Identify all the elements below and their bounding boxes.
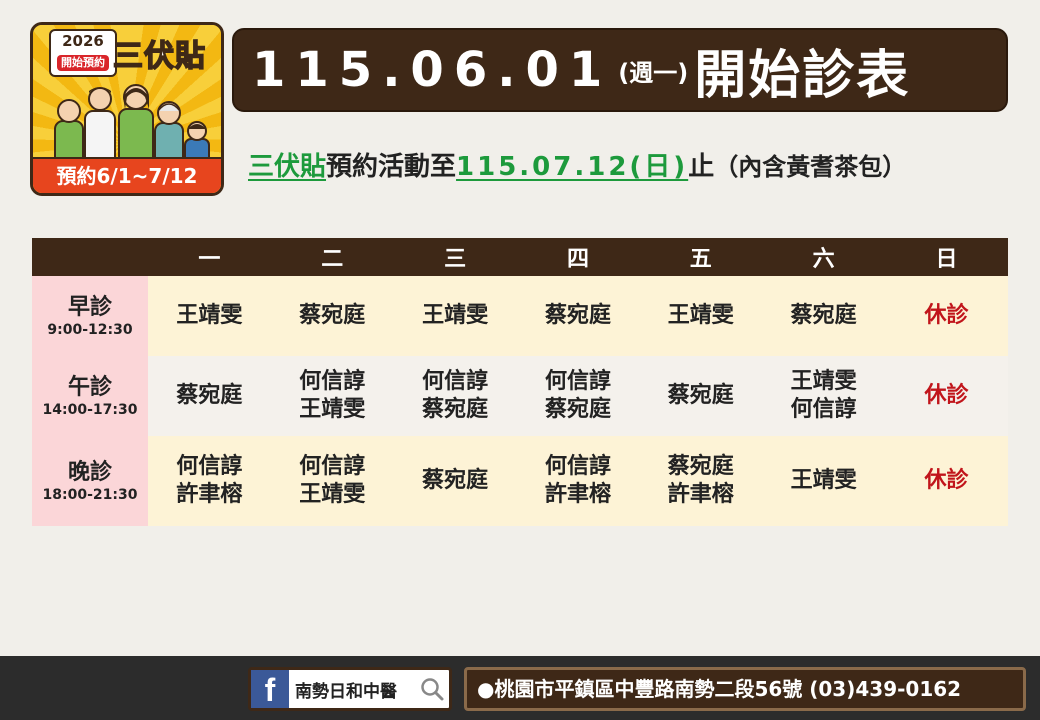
- schedule-cell: 何信諄 蔡宛庭: [516, 356, 640, 436]
- doctor-name: 許聿榕: [667, 482, 734, 507]
- schedule-cell: 何信諄 蔡宛庭: [393, 356, 517, 436]
- schedule-cell: 蔡宛庭: [270, 276, 394, 356]
- schedule-cell: 何信諄 許聿榕: [516, 436, 640, 526]
- session-time: 9:00-12:30: [47, 322, 133, 338]
- title-banner: 115.06.01 (週一) 開始診表: [232, 28, 1008, 112]
- schedule-cell: 休診: [885, 356, 1008, 436]
- doctor-name: 何信諄: [299, 454, 366, 479]
- schedule-cell: 王靖雯: [393, 276, 517, 356]
- schedule-cell: 蔡宛庭: [516, 276, 640, 356]
- event-note: （內含黃耆茶包）: [714, 153, 907, 181]
- schedule-cell: 蔡宛庭: [639, 356, 763, 436]
- facebook-icon: f: [251, 670, 289, 708]
- banner-label: 開始診表: [694, 45, 911, 106]
- header-corner: [32, 238, 148, 276]
- doctor-name: 王靖雯: [790, 369, 857, 394]
- closed-label: 休診: [924, 383, 969, 408]
- schedule-cell: 王靖雯: [639, 276, 763, 356]
- schedule-cell: 何信諄 王靖雯: [270, 356, 394, 436]
- doctor-name: 何信諄: [544, 369, 611, 394]
- doctor-name: 何信諄: [544, 454, 611, 479]
- schedule-cell: 休診: [885, 276, 1008, 356]
- badge-year: 2026: [62, 32, 104, 50]
- doctor-name: 蔡宛庭: [422, 468, 489, 493]
- schedule-cell: 蔡宛庭: [148, 356, 271, 436]
- schedule-row: 早診 9:00-12:30 王靖雯 蔡宛庭 王靖雯 蔡宛庭 王靖雯 蔡宛庭 休診: [32, 276, 1008, 356]
- banner-weekday: (週一): [618, 58, 689, 87]
- badge-year-box: 2026 開始預約: [49, 29, 117, 77]
- session-name: 早診: [67, 295, 112, 320]
- doctor-name: 許聿榕: [544, 482, 611, 507]
- schedule-cell: 何信諄 王靖雯: [270, 436, 394, 526]
- address-contact: ●桃園市平鎮區中豐路南勢二段56號 (03)439-0162: [464, 667, 1026, 711]
- doctor-name: 何信諄: [790, 397, 857, 422]
- schedule-cell: 何信諄 許聿榕: [148, 436, 271, 526]
- schedule-table: 一 二 三 四 五 六 日 早診 9:00-12:30 王靖雯 蔡宛庭 王靖雯 蔡宛庭 王靖…: [32, 238, 1008, 526]
- doctor-name: 蔡宛庭: [299, 303, 366, 328]
- doctor-name: 蔡宛庭: [544, 397, 611, 422]
- day-header: 四: [516, 238, 640, 276]
- search-icon: [421, 678, 444, 701]
- closed-label: 休診: [924, 468, 969, 493]
- doctor-name: 何信諄: [422, 369, 489, 394]
- event-end-date: 115.07.12(日): [456, 152, 689, 182]
- schedule-row: 晚診 18:00-21:30 何信諄 許聿榕 何信諄 王靖雯 蔡宛庭 何信諄 許聿榕 蔡宛庭 許聿榕…: [32, 436, 1008, 526]
- doctor-name: 王靖雯: [299, 397, 366, 422]
- doctor-name: 蔡宛庭: [422, 397, 489, 422]
- schedule-row: 午診 14:00-17:30 蔡宛庭 何信諄 王靖雯 何信諄 蔡宛庭 何信諄 蔡宛庭 蔡宛庭 王靖雯…: [32, 356, 1008, 436]
- session-label: 晚診 18:00-21:30: [32, 436, 148, 526]
- schedule-cell: 蔡宛庭: [762, 276, 886, 356]
- day-header: 六: [762, 238, 886, 276]
- doctor-name: 何信諄: [176, 454, 243, 479]
- doctor-name: 王靖雯: [176, 303, 243, 328]
- schedule-cell: 王靖雯: [762, 436, 886, 526]
- doctor-name: 蔡宛庭: [667, 454, 734, 479]
- session-time: 18:00-21:30: [42, 487, 138, 503]
- doctor-name: 許聿榕: [176, 482, 243, 507]
- schedule-cell: 王靖雯: [148, 276, 271, 356]
- facebook-search-box[interactable]: f 南勢日和中醫: [248, 667, 452, 711]
- event-name: 三伏貼: [248, 152, 327, 182]
- session-name: 晚診: [67, 460, 112, 485]
- badge-title: 三伏貼: [112, 38, 206, 75]
- day-header: 五: [639, 238, 763, 276]
- promo-badge: 2026 開始預約 三伏貼 預約6/1~7/12: [30, 22, 224, 196]
- facebook-page-name: 南勢日和中醫: [295, 681, 397, 702]
- banner-date: 115.06.01: [252, 42, 613, 98]
- doctor-name: 王靖雯: [422, 303, 489, 328]
- doctor-name: 蔡宛庭: [790, 303, 857, 328]
- session-time: 14:00-17:30: [42, 402, 138, 418]
- session-label: 午診 14:00-17:30: [32, 356, 148, 436]
- schedule-header-row: 一 二 三 四 五 六 日: [32, 238, 1008, 276]
- session-name: 午診: [67, 375, 112, 400]
- schedule-cell: 蔡宛庭: [393, 436, 517, 526]
- schedule-cell: 王靖雯 何信諄: [762, 356, 886, 436]
- doctor-name: 何信諄: [299, 369, 366, 394]
- doctor-name: 王靖雯: [667, 303, 734, 328]
- schedule-cell: 蔡宛庭 許聿榕: [639, 436, 763, 526]
- day-header: 三: [393, 238, 517, 276]
- schedule-cell: 休診: [885, 436, 1008, 526]
- family-illustration: [54, 84, 210, 165]
- event-text-2: 止: [688, 152, 715, 182]
- event-text-1: 預約活動至: [326, 152, 457, 182]
- doctor-name: 王靖雯: [790, 468, 857, 493]
- badge-pill: 開始預約: [57, 55, 109, 71]
- day-header: 日: [885, 238, 1008, 276]
- doctor-name: 蔡宛庭: [176, 383, 243, 408]
- closed-label: 休診: [924, 303, 969, 328]
- badge-footer: 預約6/1~7/12: [33, 157, 221, 193]
- doctor-name: 王靖雯: [299, 482, 366, 507]
- session-label: 早診 9:00-12:30: [32, 276, 148, 356]
- day-header: 二: [270, 238, 394, 276]
- doctor-name: 蔡宛庭: [544, 303, 611, 328]
- doctor-name: 蔡宛庭: [667, 383, 734, 408]
- day-header: 一: [148, 238, 271, 276]
- event-notice: 三伏貼預約活動至115.07.12(日)止（內含黃耆茶包）: [248, 146, 906, 183]
